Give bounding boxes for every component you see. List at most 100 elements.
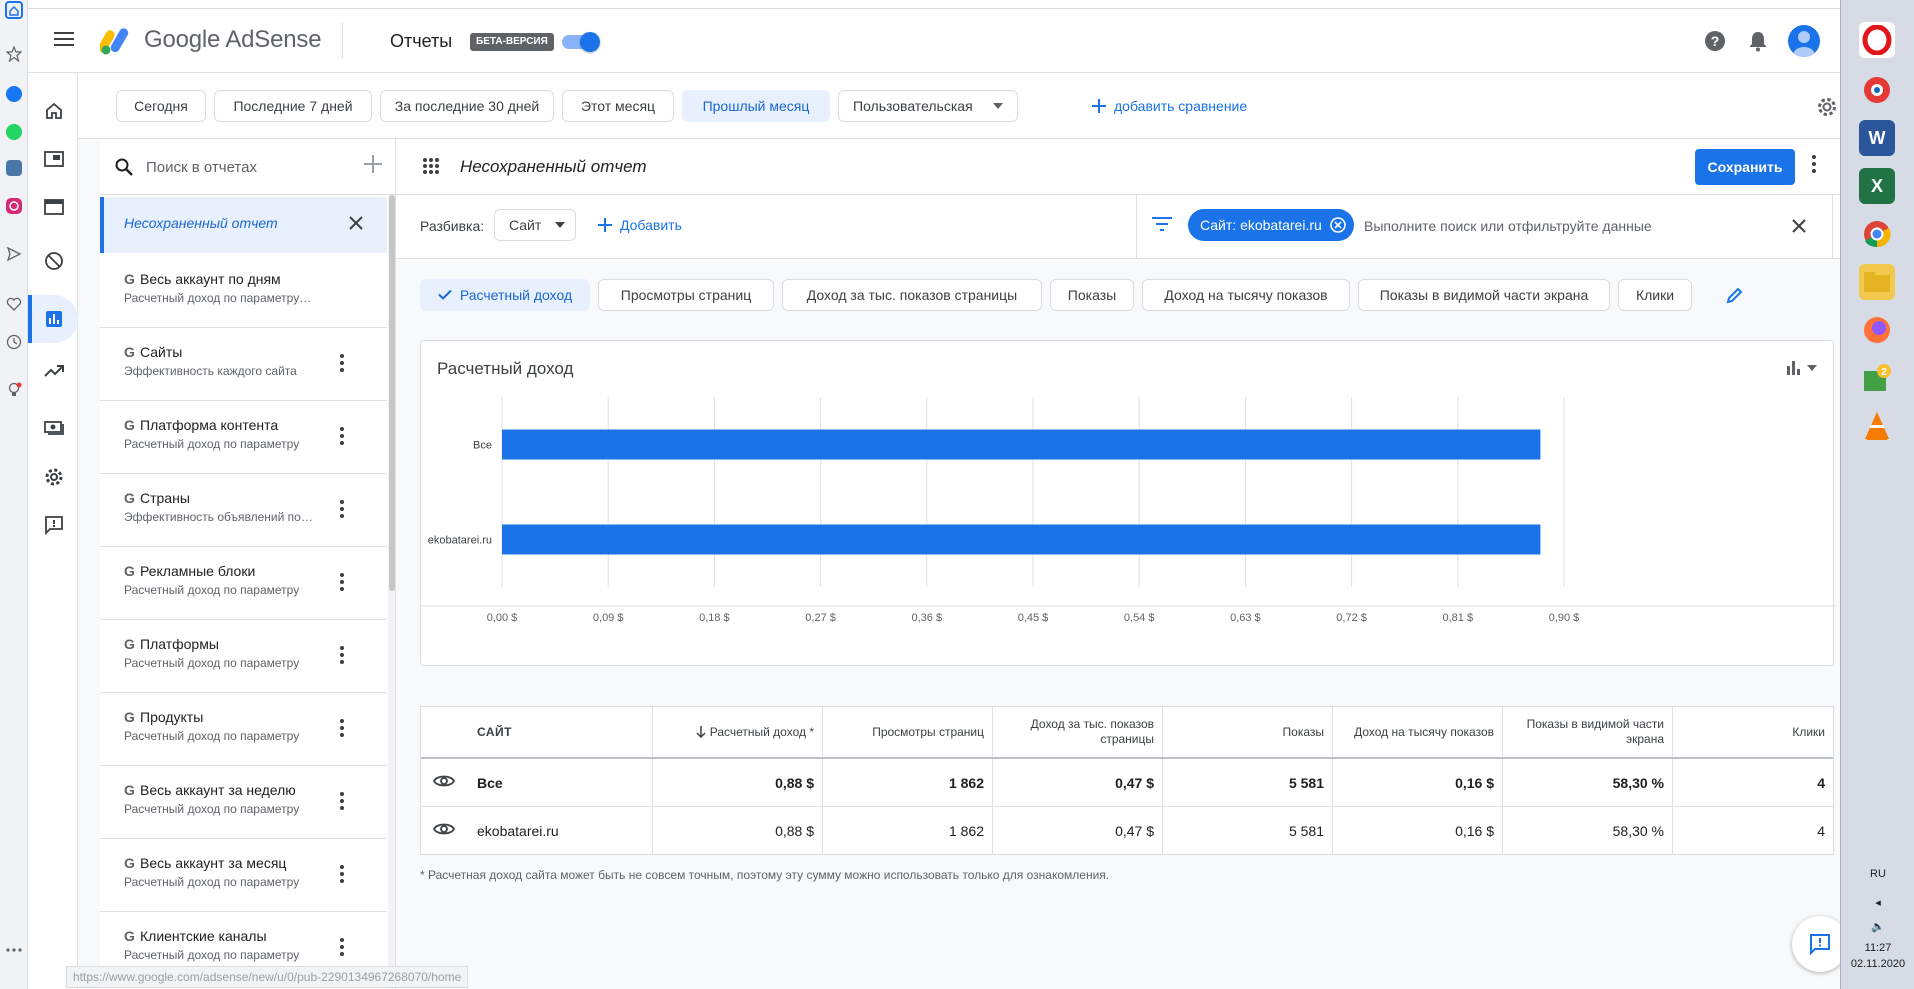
- speed-dial-icon[interactable]: [4, 44, 24, 64]
- list-item[interactable]: G Платформа контента Расчетный доход по …: [100, 401, 387, 474]
- filter-icon[interactable]: [1152, 217, 1172, 231]
- more-vert-icon[interactable]: [1812, 155, 1816, 173]
- metric-chip-impression-rpm[interactable]: Доход на тысячу показов: [1142, 279, 1350, 311]
- date-chip-today[interactable]: Сегодня: [116, 90, 206, 122]
- vlc-taskbar-icon[interactable]: [1859, 408, 1895, 444]
- notifications-icon[interactable]: [1748, 30, 1768, 52]
- search-input[interactable]: [146, 155, 346, 179]
- table-row[interactable]: Все 0,88 $ 1 862 0,47 $ 5 581 0,16 $ 58,…: [421, 757, 1833, 807]
- filter-search-placeholder[interactable]: Выполните поиск или отфильтруйте данные: [1364, 218, 1652, 234]
- column-header-impressions[interactable]: Показы: [1163, 707, 1333, 757]
- date-chip-last-7-days[interactable]: Последние 7 дней: [214, 90, 372, 122]
- send-icon[interactable]: [4, 244, 24, 264]
- list-item[interactable]: G Сайты Эффективность каждого сайта: [100, 328, 387, 401]
- list-item[interactable]: G Весь аккаунт за месяц Расчетный доход …: [100, 839, 387, 912]
- table-row[interactable]: ekobatarei.ru 0,88 $ 1 862 0,47 $ 5 581 …: [421, 806, 1833, 855]
- firefox-taskbar-icon[interactable]: [1859, 312, 1895, 348]
- opera-taskbar-icon[interactable]: [1859, 22, 1895, 58]
- volume-icon[interactable]: 🔈: [1841, 920, 1914, 933]
- more-vert-icon[interactable]: [340, 427, 344, 445]
- payments-icon[interactable]: [42, 415, 66, 439]
- vk-icon[interactable]: [4, 158, 24, 178]
- more-vert-icon[interactable]: [340, 646, 344, 664]
- clock-date[interactable]: 02.11.2020: [1841, 958, 1914, 970]
- more-dots-icon[interactable]: [4, 940, 24, 960]
- lightbulb-icon[interactable]: [4, 380, 24, 400]
- list-item[interactable]: G Страны Эффективность объявлений по стр…: [100, 474, 387, 547]
- clear-filters-icon[interactable]: [1790, 217, 1808, 235]
- list-item[interactable]: G Весь аккаунт за неделю Расчетный доход…: [100, 766, 387, 839]
- tray-arrow-icon[interactable]: ◂: [1841, 896, 1914, 909]
- list-item[interactable]: G Платформы Расчетный доход по параметру: [100, 620, 387, 693]
- adsense-logo[interactable]: Google AdSense: [100, 25, 322, 55]
- explorer-taskbar-icon[interactable]: [1859, 264, 1895, 300]
- column-header-estimated-earnings[interactable]: Расчетный доход *: [653, 707, 823, 757]
- date-chip-last-30-days[interactable]: За последние 30 дней: [380, 90, 554, 122]
- more-vert-icon[interactable]: [340, 354, 344, 372]
- date-chip-custom[interactable]: Пользовательская: [838, 90, 1018, 122]
- chrome-taskbar-icon[interactable]: [1859, 216, 1895, 252]
- more-vert-icon[interactable]: [340, 573, 344, 591]
- settings-icon[interactable]: [42, 465, 66, 489]
- heart-icon[interactable]: [4, 294, 24, 314]
- more-vert-icon[interactable]: [340, 792, 344, 810]
- more-vert-icon[interactable]: [340, 938, 344, 956]
- metric-chip-page-views[interactable]: Просмотры страниц: [598, 279, 774, 311]
- date-chip-last-month[interactable]: Прошлый месяц: [682, 90, 830, 122]
- remove-filter-icon[interactable]: [1329, 217, 1346, 233]
- list-item[interactable]: G Продукты Расчетный доход по параметру: [100, 693, 387, 766]
- gear-icon[interactable]: [1816, 96, 1838, 118]
- column-header-page-views[interactable]: Просмотры страниц: [823, 707, 993, 757]
- blocking-controls-icon[interactable]: [42, 249, 66, 273]
- ads-icon[interactable]: [42, 195, 66, 219]
- metric-chip-active-view-viewable[interactable]: Показы в видимой части экрана: [1358, 279, 1610, 311]
- app-eye-taskbar-icon[interactable]: [1859, 72, 1895, 108]
- metric-chip-clicks[interactable]: Клики: [1618, 279, 1692, 311]
- more-vert-icon[interactable]: [340, 865, 344, 883]
- column-header-viewable[interactable]: Показы в видимой части экрана: [1503, 707, 1673, 757]
- optimization-icon[interactable]: [42, 359, 66, 383]
- metric-chip-page-rpm[interactable]: Доход за тыс. показов страницы: [782, 279, 1042, 311]
- keyboard-language[interactable]: RU: [1841, 868, 1914, 880]
- whatsapp-icon[interactable]: [4, 122, 24, 142]
- feedback-icon[interactable]: [42, 513, 66, 537]
- more-vert-icon[interactable]: [340, 719, 344, 737]
- instagram-icon[interactable]: [4, 196, 24, 216]
- edit-metrics-icon[interactable]: [1726, 286, 1744, 304]
- excel-taskbar-icon[interactable]: X: [1859, 168, 1895, 204]
- column-header-site[interactable]: САЙТ: [421, 707, 653, 757]
- word-taskbar-icon[interactable]: W: [1859, 120, 1895, 156]
- help-icon[interactable]: ?: [1704, 30, 1726, 52]
- avatar[interactable]: [1788, 25, 1820, 57]
- reports-icon[interactable]: [42, 307, 66, 331]
- opera-home-icon[interactable]: [4, 0, 24, 20]
- column-header-impression-rpm[interactable]: Доход на тысячу показов: [1333, 707, 1503, 757]
- add-breakdown-button[interactable]: Добавить: [598, 217, 682, 233]
- menu-icon[interactable]: [54, 31, 74, 47]
- scrollbar-thumb[interactable]: [389, 195, 395, 591]
- column-header-clicks[interactable]: Клики: [1673, 707, 1833, 757]
- clock-time[interactable]: 11:27: [1841, 942, 1914, 954]
- sites-icon[interactable]: [42, 147, 66, 171]
- metric-chip-estimated-earnings[interactable]: Расчетный доход: [420, 279, 590, 311]
- apps-grid-icon[interactable]: [422, 157, 440, 175]
- beta-toggle[interactable]: [562, 32, 600, 52]
- list-item[interactable]: G Весь аккаунт по дням Расчетный доход п…: [100, 255, 387, 328]
- messenger-icon[interactable]: [4, 84, 24, 104]
- close-icon[interactable]: [346, 213, 366, 233]
- feedback-fab[interactable]: [1792, 916, 1840, 972]
- app-chart-taskbar-icon[interactable]: 2: [1859, 360, 1895, 396]
- save-button[interactable]: Сохранить: [1695, 149, 1795, 185]
- add-report-icon[interactable]: [364, 155, 382, 173]
- breakdown-select[interactable]: Сайт: [494, 209, 576, 241]
- unsaved-report-item[interactable]: Несохраненный отчет: [100, 197, 387, 253]
- history-icon[interactable]: [4, 332, 24, 352]
- site-filter-chip[interactable]: Сайт: ekobatarei.ru: [1188, 209, 1354, 241]
- home-icon[interactable]: [42, 99, 66, 123]
- date-chip-this-month[interactable]: Этот месяц: [562, 90, 674, 122]
- add-comparison-button[interactable]: добавить сравнение: [1092, 98, 1247, 114]
- metric-chip-impressions[interactable]: Показы: [1050, 279, 1134, 311]
- column-header-page-rpm[interactable]: Доход за тыс. показов страницы: [993, 707, 1163, 757]
- list-item[interactable]: G Рекламные блоки Расчетный доход по пар…: [100, 547, 387, 620]
- more-vert-icon[interactable]: [340, 500, 344, 518]
